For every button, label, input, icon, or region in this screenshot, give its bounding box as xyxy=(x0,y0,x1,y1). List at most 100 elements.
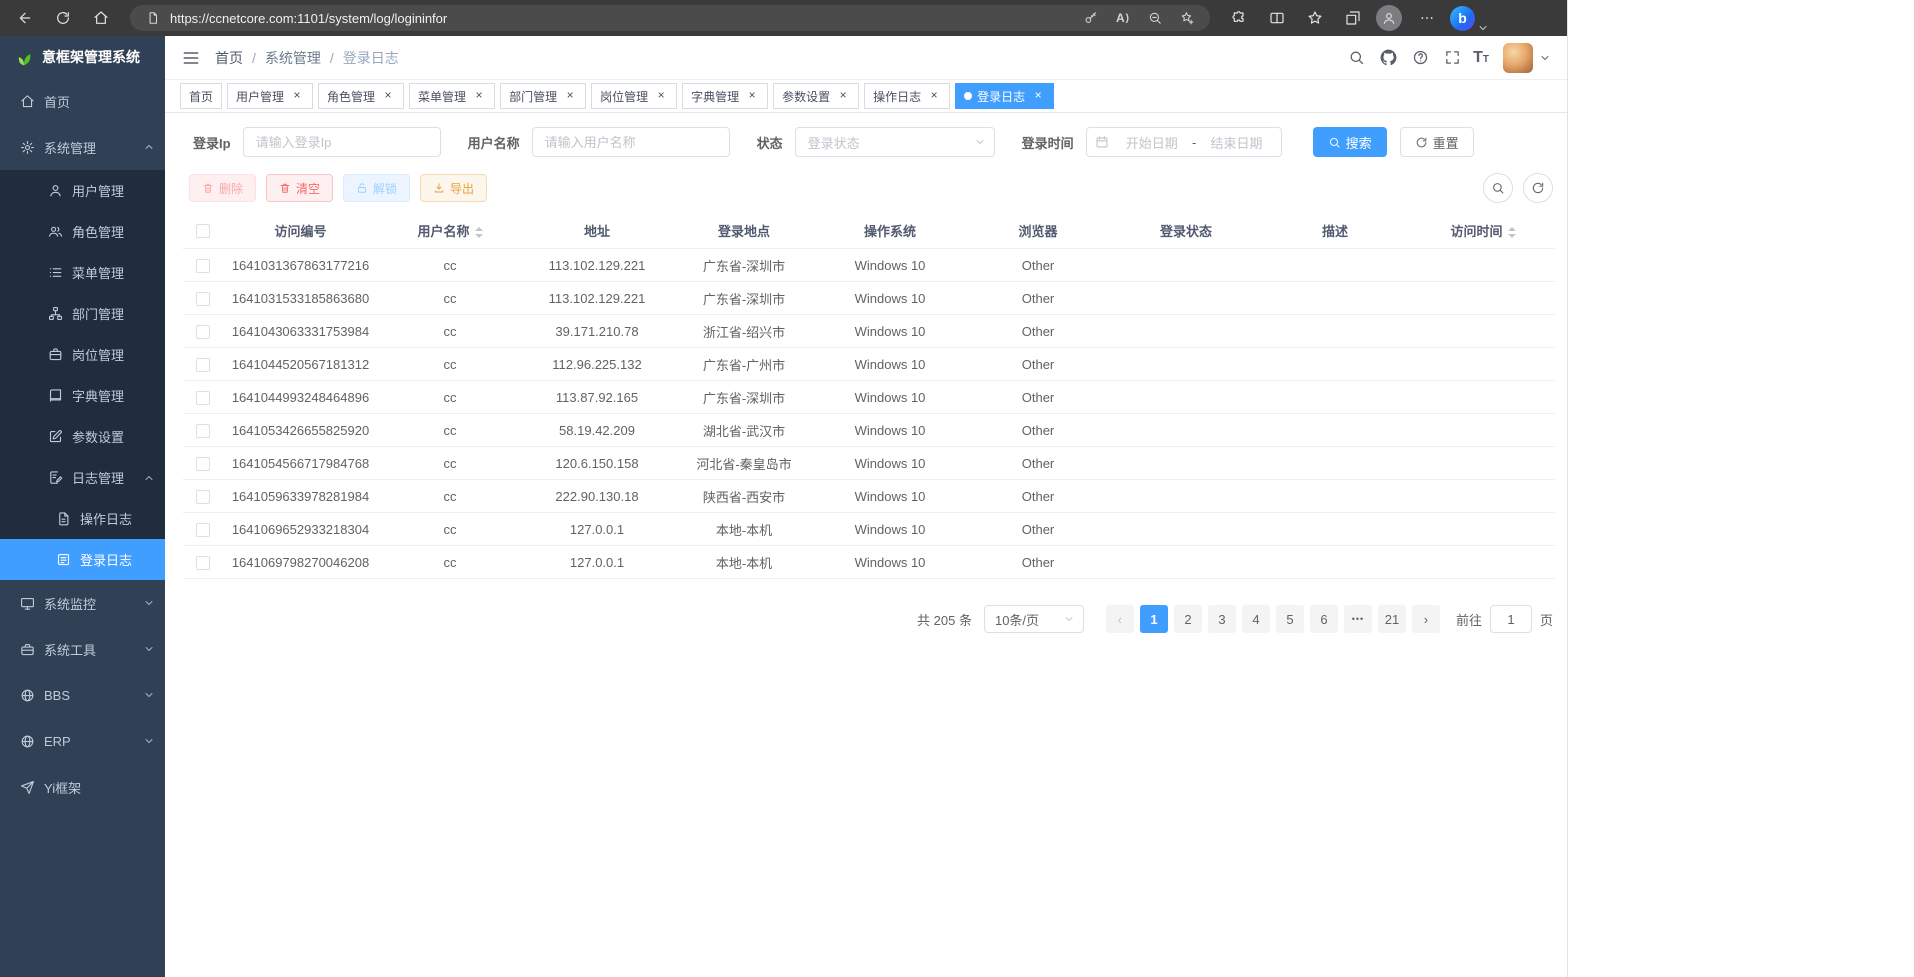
close-tab-icon[interactable]: × xyxy=(927,89,941,103)
sidebar-item-菜单管理[interactable]: 菜单管理 xyxy=(0,252,165,293)
bing-copilot-icon[interactable]: b xyxy=(1450,6,1475,31)
close-tab-icon[interactable]: × xyxy=(472,89,486,103)
user-name-input[interactable] xyxy=(532,127,730,157)
sidebar-item-系统监控[interactable]: 系统监控 xyxy=(0,580,165,626)
clear-button[interactable]: 清空 xyxy=(266,174,333,202)
url-text[interactable]: https://ccnetcore.com:1101/system/log/lo… xyxy=(170,11,1070,26)
unlock-button[interactable]: 解锁 xyxy=(343,174,410,202)
sidebar-item-参数设置[interactable]: 参数设置 xyxy=(0,416,165,457)
page-4-button[interactable]: 4 xyxy=(1242,605,1270,633)
login-time-range-picker[interactable]: 开始日期 - 结束日期 xyxy=(1086,127,1282,157)
sidebar-item-系统工具[interactable]: 系统工具 xyxy=(0,626,165,672)
next-page-button[interactable]: › xyxy=(1412,605,1440,633)
page-3-button[interactable]: 3 xyxy=(1208,605,1236,633)
sidebar-item-ERP[interactable]: ERP xyxy=(0,718,165,764)
font-size-icon[interactable]: TT xyxy=(1473,50,1489,66)
row-checkbox[interactable] xyxy=(196,391,210,405)
zoom-out-icon[interactable] xyxy=(1144,7,1166,29)
sidebar-item-Yi框架[interactable]: Yi框架 xyxy=(0,764,165,810)
page-21-button[interactable]: 21 xyxy=(1378,605,1406,633)
sidebar-item-部门管理[interactable]: 部门管理 xyxy=(0,293,165,334)
password-icon[interactable] xyxy=(1080,7,1102,29)
row-checkbox[interactable] xyxy=(196,292,210,306)
search-button[interactable]: 搜索 xyxy=(1313,127,1387,157)
read-aloud-icon[interactable]: A) xyxy=(1112,7,1134,29)
sidebar-item-岗位管理[interactable]: 岗位管理 xyxy=(0,334,165,375)
close-tab-icon[interactable]: × xyxy=(563,89,577,103)
tab-菜单管理[interactable]: 菜单管理× xyxy=(409,83,495,109)
tab-用户管理[interactable]: 用户管理× xyxy=(227,83,313,109)
add-favorite-icon[interactable] xyxy=(1176,7,1198,29)
row-checkbox[interactable] xyxy=(196,424,210,438)
page-refresh-icon[interactable] xyxy=(48,4,78,32)
sidebar-item-用户管理[interactable]: 用户管理 xyxy=(0,170,165,211)
browser-profile-avatar[interactable] xyxy=(1376,5,1402,31)
col-user-name[interactable]: 用户名称 xyxy=(378,221,522,240)
github-icon[interactable] xyxy=(1375,45,1401,71)
tab-首页[interactable]: 首页 xyxy=(180,83,222,109)
favorites-icon[interactable] xyxy=(1300,4,1330,32)
close-tab-icon[interactable]: × xyxy=(290,89,304,103)
row-checkbox[interactable] xyxy=(196,325,210,339)
close-tab-icon[interactable]: × xyxy=(836,89,850,103)
login-ip-input[interactable] xyxy=(243,127,441,157)
row-checkbox[interactable] xyxy=(196,490,210,504)
breadcrumb-home[interactable]: 首页 xyxy=(215,48,243,68)
chevron-down-icon[interactable] xyxy=(1477,22,1489,34)
select-all-checkbox[interactable] xyxy=(196,224,210,238)
sidebar-item-首页[interactable]: 首页 xyxy=(0,78,165,124)
row-checkbox[interactable] xyxy=(196,523,210,537)
chevron-down-icon[interactable] xyxy=(1539,52,1551,64)
tab-岗位管理[interactable]: 岗位管理× xyxy=(591,83,677,109)
split-screen-icon[interactable] xyxy=(1262,4,1292,32)
user-avatar[interactable] xyxy=(1503,43,1533,73)
tab-登录日志[interactable]: 登录日志× xyxy=(955,83,1054,109)
sidebar-item-日志管理[interactable]: 日志管理 xyxy=(0,457,165,498)
sidebar-item-角色管理[interactable]: 角色管理 xyxy=(0,211,165,252)
close-tab-icon[interactable]: × xyxy=(745,89,759,103)
back-icon[interactable] xyxy=(10,4,40,32)
extensions-icon[interactable] xyxy=(1224,4,1254,32)
tab-字典管理[interactable]: 字典管理× xyxy=(682,83,768,109)
row-checkbox[interactable] xyxy=(196,259,210,273)
site-info-icon[interactable] xyxy=(142,7,164,29)
page-2-button[interactable]: 2 xyxy=(1174,605,1202,633)
page-size-select[interactable]: 10条/页 xyxy=(984,605,1084,633)
tab-操作日志[interactable]: 操作日志× xyxy=(864,83,950,109)
sidebar-item-登录日志[interactable]: 登录日志 xyxy=(0,539,165,580)
prev-page-button[interactable]: ‹ xyxy=(1106,605,1134,633)
app-logo[interactable]: 意框架管理系统 xyxy=(0,36,165,78)
col-visit-time[interactable]: 访问时间 xyxy=(1410,221,1556,240)
sidebar-item-系统管理[interactable]: 系统管理 xyxy=(0,124,165,170)
tab-参数设置[interactable]: 参数设置× xyxy=(773,83,859,109)
reset-button[interactable]: 重置 xyxy=(1400,127,1474,157)
hamburger-icon[interactable] xyxy=(181,48,201,68)
header-search-icon[interactable] xyxy=(1343,45,1369,71)
row-checkbox[interactable] xyxy=(196,556,210,570)
sidebar-item-BBS[interactable]: BBS xyxy=(0,672,165,718)
show-search-toggle-button[interactable] xyxy=(1483,173,1513,203)
tab-角色管理[interactable]: 角色管理× xyxy=(318,83,404,109)
close-tab-icon[interactable]: × xyxy=(1031,89,1045,103)
browser-menu-icon[interactable] xyxy=(1412,4,1442,32)
help-icon[interactable] xyxy=(1407,45,1433,71)
goto-page-input[interactable] xyxy=(1490,605,1532,633)
sidebar-item-操作日志[interactable]: 操作日志 xyxy=(0,498,165,539)
page-5-button[interactable]: 5 xyxy=(1276,605,1304,633)
row-checkbox[interactable] xyxy=(196,358,210,372)
collections-icon[interactable] xyxy=(1338,4,1368,32)
browser-home-icon[interactable] xyxy=(86,4,116,32)
sort-caret-icon[interactable] xyxy=(475,227,483,238)
page-1-button[interactable]: 1 xyxy=(1140,605,1168,633)
sidebar-item-字典管理[interactable]: 字典管理 xyxy=(0,375,165,416)
breadcrumb-system[interactable]: 系统管理 xyxy=(265,48,321,68)
status-select[interactable]: 登录状态 xyxy=(795,127,995,157)
address-bar[interactable]: https://ccnetcore.com:1101/system/log/lo… xyxy=(130,5,1210,31)
sort-caret-icon[interactable] xyxy=(1508,227,1516,238)
refresh-table-button[interactable] xyxy=(1523,173,1553,203)
page-6-button[interactable]: 6 xyxy=(1310,605,1338,633)
row-checkbox[interactable] xyxy=(196,457,210,471)
tab-部门管理[interactable]: 部门管理× xyxy=(500,83,586,109)
pager-ellipsis[interactable]: ••• xyxy=(1344,605,1372,633)
close-tab-icon[interactable]: × xyxy=(381,89,395,103)
